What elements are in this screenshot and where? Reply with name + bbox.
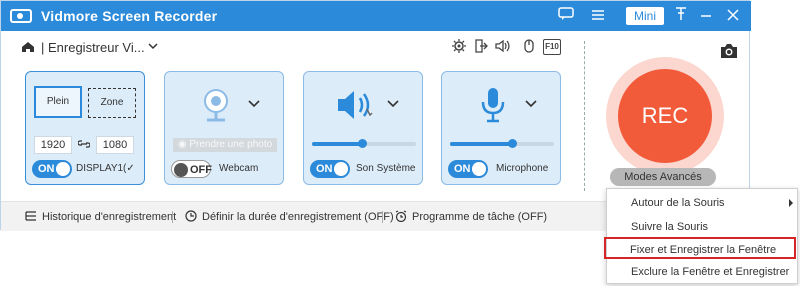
mini-button[interactable]: Mini — [626, 7, 664, 25]
breadcrumb: | Enregistreur Vi... — [41, 40, 145, 55]
full-screen-label: Plein — [46, 96, 70, 107]
list-icon — [25, 211, 36, 221]
display-panel[interactable]: Plein Zone 1920 1080 ON DISPLAY1(✓ — [25, 71, 145, 185]
microphone-icon — [480, 86, 506, 127]
microphone-toggle-label: ON — [454, 163, 471, 175]
pin-icon[interactable] — [672, 7, 690, 25]
chevron-down-icon[interactable] — [524, 98, 538, 112]
separator — [382, 211, 383, 223]
menu-item-exclude-window[interactable]: Exclure la Fenêtre et Enregistrer — [607, 261, 797, 283]
advanced-modes-menu: Autour de la Souris Suivre la Souris Fix… — [604, 188, 798, 284]
microphone-panel[interactable]: ON Microphone — [441, 71, 561, 185]
hotkey-icon[interactable]: F10 — [543, 39, 561, 55]
webcam-panel[interactable]: ◉ Prendre une photo OFF Webcam — [164, 71, 284, 185]
system-sound-label: Son Système — [356, 163, 416, 174]
slider-thumb[interactable] — [508, 139, 518, 148]
take-photo-button[interactable]: ◉ Prendre une photo — [173, 138, 277, 152]
schedule-button[interactable]: Programme de tâche (OFF) — [395, 210, 547, 223]
toggle-knob — [472, 162, 486, 176]
duration-button[interactable]: Définir la durée d'enregistrement (OFF) — [185, 210, 394, 223]
screenshot-camera-icon[interactable] — [719, 43, 739, 62]
system-volume-slider[interactable] — [312, 139, 416, 148]
mouse-icon[interactable] — [521, 39, 537, 55]
rec-button[interactable]: REC — [618, 69, 712, 163]
menu-item-around-mouse[interactable]: Autour de la Souris — [607, 192, 797, 214]
toggle-knob — [56, 162, 70, 176]
link-icon[interactable] — [77, 138, 91, 153]
close-icon[interactable] — [724, 7, 742, 25]
height-field[interactable]: 1080 — [96, 136, 134, 154]
gear-icon[interactable] — [451, 39, 467, 55]
advanced-modes-button[interactable]: Modes Avancés — [610, 168, 716, 186]
menu-item-label: Suivre la Souris — [631, 221, 709, 233]
webcam-toggle-label: OFF — [190, 164, 212, 176]
toggle-knob — [174, 163, 188, 177]
take-photo-label: Prendre une photo — [189, 139, 273, 150]
full-screen-option[interactable]: Plein — [34, 86, 82, 118]
system-sound-toggle-label: ON — [316, 163, 333, 175]
display-toggle[interactable]: ON — [32, 160, 72, 178]
app-logo-icon — [10, 9, 32, 23]
slider-fill — [312, 142, 362, 146]
alarm-clock-icon — [395, 210, 407, 222]
volume-icon[interactable] — [495, 39, 511, 55]
display-toggle-label: ON — [38, 163, 55, 175]
menu-icon[interactable] — [589, 7, 607, 25]
export-icon[interactable] — [473, 39, 489, 55]
webcam-label: Webcam — [219, 163, 259, 174]
recorder-main: | Enregistreur Vi... F10 Plein Zone 1920… — [1, 31, 586, 201]
window-title: Vidmore Screen Recorder — [41, 8, 218, 24]
chevron-down-icon[interactable] — [386, 98, 400, 112]
region-label: Zone — [100, 97, 124, 108]
slider-fill — [450, 142, 513, 146]
clock-icon — [185, 210, 197, 222]
microphone-volume-slider[interactable] — [450, 139, 554, 148]
camera-icon: ◉ — [177, 139, 190, 150]
separator — [172, 211, 173, 223]
duration-label: Définir la durée d'enregistrement (OFF) — [202, 211, 394, 223]
webcam-toggle[interactable]: OFF — [171, 160, 212, 178]
system-sound-toggle[interactable]: ON — [310, 160, 350, 178]
slider-thumb[interactable] — [357, 139, 367, 148]
speaker-icon — [334, 88, 378, 125]
microphone-toggle[interactable]: ON — [448, 160, 488, 178]
submenu-arrow-icon — [789, 199, 793, 207]
chat-icon[interactable] — [557, 7, 575, 25]
width-field[interactable]: 1920 — [34, 136, 72, 154]
microphone-label: Microphone — [496, 163, 549, 174]
chevron-down-icon[interactable] — [147, 40, 159, 55]
display-select[interactable]: DISPLAY1(✓ — [76, 163, 135, 174]
chevron-down-icon[interactable] — [247, 98, 261, 112]
schedule-label: Programme de tâche (OFF) — [412, 211, 548, 223]
home-icon[interactable] — [21, 41, 35, 53]
toggle-knob — [334, 162, 348, 176]
divider — [584, 41, 585, 191]
region-option[interactable]: Zone — [88, 88, 136, 118]
history-button[interactable]: Historique d'enregistrement — [25, 210, 176, 223]
menu-item-follow-mouse[interactable]: Suivre la Souris — [607, 216, 797, 238]
minimize-icon[interactable] — [697, 7, 715, 25]
system-sound-panel[interactable]: ON Son Système — [303, 71, 423, 185]
title-bar: Vidmore Screen Recorder Mini — [1, 1, 751, 31]
menu-item-lock-window[interactable]: Fixer et Enregistrer la Fenêtre — [604, 237, 796, 259]
menu-item-label: Autour de la Souris — [631, 197, 725, 209]
webcam-icon — [201, 88, 231, 125]
menu-item-label: Fixer et Enregistrer la Fenêtre — [630, 244, 777, 256]
menu-item-label: Exclure la Fenêtre et Enregistrer — [631, 266, 790, 278]
history-label: Historique d'enregistrement — [42, 211, 177, 223]
